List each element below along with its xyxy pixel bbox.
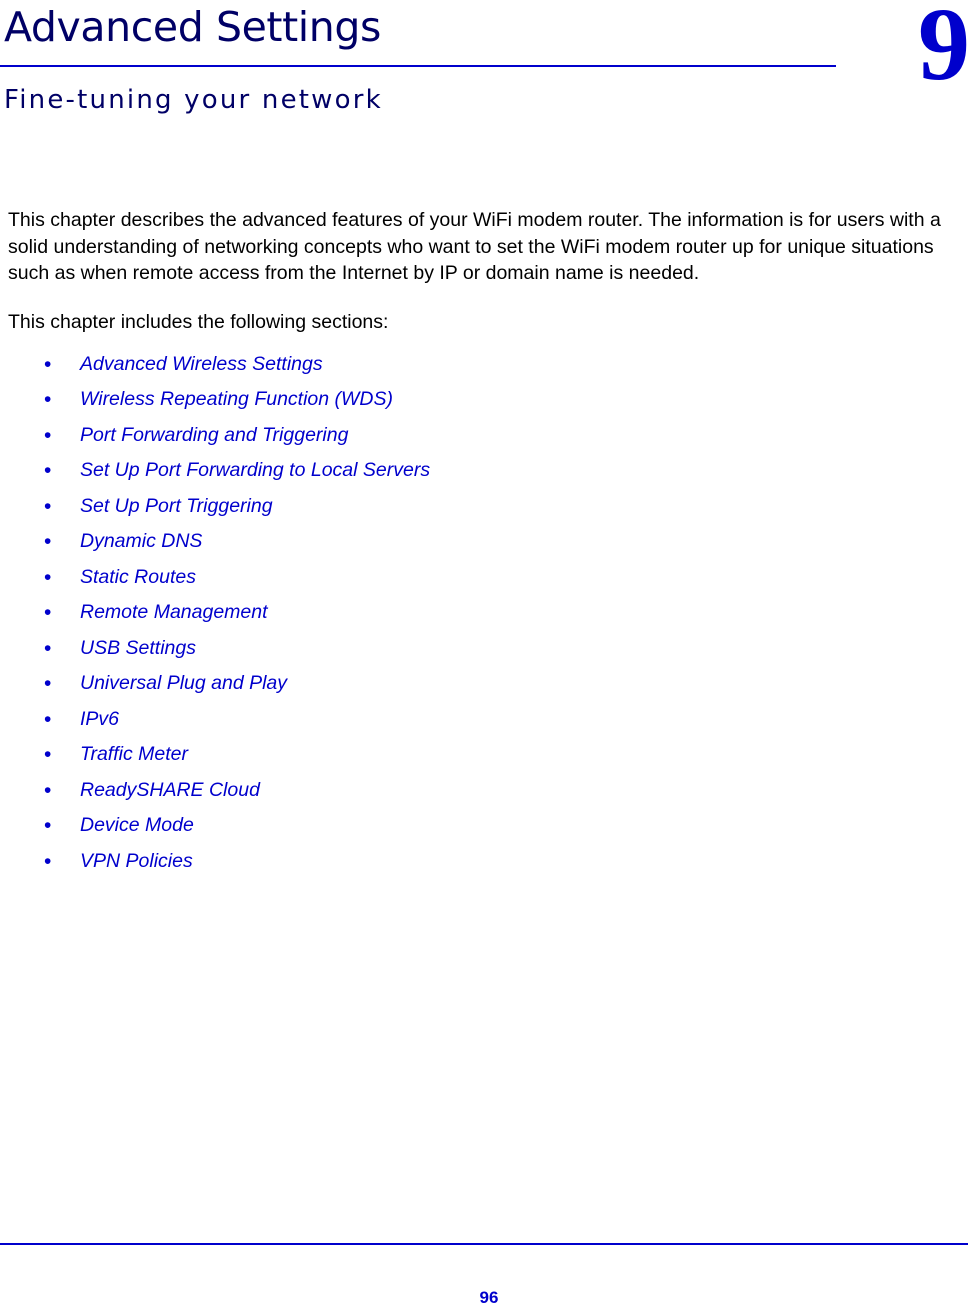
bullet-icon: • — [44, 352, 52, 376]
section-link-list: • Advanced Wireless Settings • Wireless … — [8, 347, 966, 880]
section-link-remote-management[interactable]: Remote Management — [80, 601, 268, 623]
section-link-set-up-port-triggering[interactable]: Set Up Port Triggering — [80, 495, 273, 517]
bullet-icon: • — [44, 494, 52, 518]
list-item: • Remote Management — [8, 595, 966, 631]
list-item: • Set Up Port Triggering — [8, 489, 966, 525]
list-item: • Advanced Wireless Settings — [8, 347, 966, 383]
page-number: 96 — [479, 1288, 499, 1307]
section-link-advanced-wireless-settings[interactable]: Advanced Wireless Settings — [80, 353, 323, 375]
list-item: • Static Routes — [8, 560, 966, 596]
section-link-readyshare-cloud[interactable]: ReadySHARE Cloud — [80, 779, 260, 801]
section-link-vpn-policies[interactable]: VPN Policies — [80, 850, 193, 872]
bullet-icon: • — [44, 849, 52, 873]
section-link-set-up-port-forwarding-to-local-servers[interactable]: Set Up Port Forwarding to Local Servers — [80, 459, 430, 481]
section-link-usb-settings[interactable]: USB Settings — [80, 637, 196, 659]
bullet-icon: • — [44, 743, 52, 766]
bullet-icon: • — [44, 388, 52, 411]
list-item: • Set Up Port Forwarding to Local Server… — [8, 453, 966, 489]
list-item: • ReadySHARE Cloud — [8, 773, 966, 809]
section-link-ipv6[interactable]: IPv6 — [80, 708, 119, 730]
page-title: Advanced Settings — [4, 3, 381, 51]
bullet-icon: • — [44, 423, 52, 447]
bullet-icon: • — [44, 601, 52, 624]
bullet-icon: • — [44, 530, 52, 553]
section-link-dynamic-dns[interactable]: Dynamic DNS — [80, 530, 202, 552]
list-item: • USB Settings — [8, 631, 966, 667]
list-item: • Traffic Meter — [8, 737, 966, 773]
bullet-icon: • — [44, 707, 52, 731]
list-item: • Universal Plug and Play — [8, 666, 966, 702]
page-subtitle: Fine-tuning your network — [4, 85, 383, 115]
bullet-icon: • — [44, 814, 52, 837]
section-link-traffic-meter[interactable]: Traffic Meter — [80, 743, 188, 765]
chapter-number: 9 — [918, 0, 970, 102]
section-link-static-routes[interactable]: Static Routes — [80, 566, 196, 588]
list-item: • IPv6 — [8, 702, 966, 738]
sections-intro-line: This chapter includes the following sect… — [8, 310, 389, 333]
bullet-icon: • — [44, 636, 52, 660]
section-link-universal-plug-and-play[interactable]: Universal Plug and Play — [80, 672, 287, 694]
bullet-icon: • — [44, 672, 52, 695]
section-link-wireless-repeating-function-wds[interactable]: Wireless Repeating Function (WDS) — [80, 388, 393, 410]
body-content: This chapter describes the advanced feat… — [8, 207, 966, 879]
document-page: Advanced Settings Fine-tuning your netwo… — [0, 0, 978, 1314]
title-divider — [0, 65, 836, 67]
section-link-device-mode[interactable]: Device Mode — [80, 814, 194, 836]
intro-paragraph: This chapter describes the advanced feat… — [8, 209, 941, 284]
list-item: • Port Forwarding and Triggering — [8, 418, 966, 454]
list-item: • Dynamic DNS — [8, 524, 966, 560]
list-item: • VPN Policies — [8, 844, 966, 880]
bullet-icon: • — [44, 778, 52, 802]
bullet-icon: • — [44, 565, 52, 589]
chapter-header: Advanced Settings Fine-tuning your netwo… — [0, 0, 978, 150]
section-link-port-forwarding-and-triggering[interactable]: Port Forwarding and Triggering — [80, 424, 348, 446]
footer-divider — [0, 1243, 968, 1245]
list-item: • Wireless Repeating Function (WDS) — [8, 382, 966, 418]
bullet-icon: • — [44, 459, 52, 482]
list-item: • Device Mode — [8, 808, 966, 844]
